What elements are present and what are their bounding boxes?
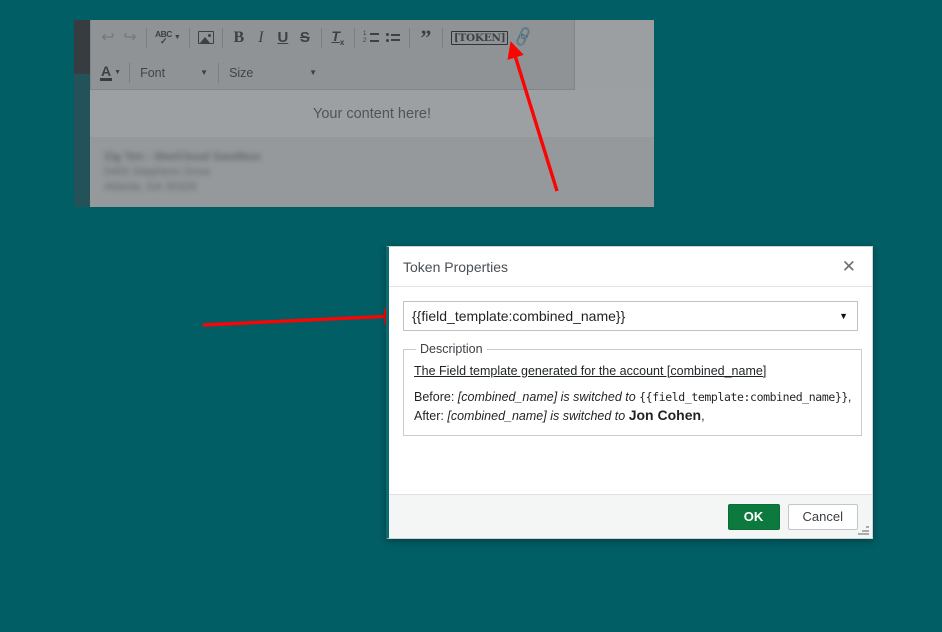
- font-size-label: Size: [229, 65, 254, 80]
- remove-format-glyph: Tx: [331, 27, 345, 47]
- token-select-value: {{field_template:combined_name}}: [412, 308, 626, 324]
- ok-button[interactable]: OK: [727, 503, 780, 530]
- description-fieldset: Description The Field template generated…: [403, 342, 863, 436]
- toolbar-row-primary: ↩ ↪ ABC ✓ ▼ B I U S Tx 1 2 ” [TOKEN] 🔗: [91, 20, 574, 55]
- bulleted-list-glyph: [385, 33, 400, 42]
- editor-signature-block: Zig Ten - SkeiCloud Sandbox 5455 Stephen…: [90, 137, 654, 207]
- text-color-icon[interactable]: A ▼: [97, 61, 124, 85]
- before-trailing: ,: [847, 390, 852, 404]
- chevron-down-icon: ▼: [839, 311, 848, 321]
- signature-line: Zig Ten - SkeiCloud Sandbox: [104, 151, 261, 163]
- token-glyph: [TOKEN]: [450, 30, 509, 45]
- close-icon[interactable]: ✕: [842, 258, 856, 275]
- chevron-down-icon: ▼: [200, 68, 209, 77]
- toolbar-separator: [353, 27, 355, 48]
- description-after-line: After: [combined_name] is switched to Jo…: [414, 406, 851, 425]
- remove-format-icon[interactable]: Tx: [327, 26, 349, 50]
- before-value: {{field_template:combined_name}}: [639, 390, 848, 404]
- toolbar-separator: [408, 27, 410, 48]
- toolbar-separator: [188, 27, 190, 48]
- after-label: After:: [414, 409, 444, 423]
- after-phrase: [combined_name] is switched to: [447, 409, 626, 423]
- signature-line: Atlanta, GA 30328: [104, 181, 197, 193]
- token-properties-dialog: Token Properties ✕ {{field_template:comb…: [386, 246, 873, 539]
- text-color-glyph: A: [100, 62, 113, 81]
- content-placeholder-text: Your content here!: [313, 105, 431, 122]
- description-legend: Description: [420, 342, 483, 356]
- bulleted-list-icon[interactable]: [382, 26, 404, 50]
- spell-check-icon[interactable]: ABC ✓ ▼: [152, 26, 184, 50]
- token-select-dropdown[interactable]: {{field_template:combined_name}} ▼: [403, 301, 858, 331]
- before-phrase: [combined_name] is switched to: [457, 390, 636, 404]
- arrow-to-token-dropdown: [202, 307, 402, 327]
- dialog-body: {{field_template:combined_name}} ▼ Descr…: [389, 287, 872, 494]
- toolbar-separator: [146, 27, 147, 48]
- chevron-down-icon: ▼: [309, 68, 318, 77]
- background-email-editor: ↩ ↪ ABC ✓ ▼ B I U S Tx 1 2 ” [TOKEN] 🔗 A…: [74, 20, 654, 207]
- after-value: Jon Cohen: [628, 407, 702, 423]
- font-size-dropdown[interactable]: Size ▼: [224, 61, 322, 85]
- token-icon[interactable]: [TOKEN]: [448, 26, 512, 50]
- editor-toolbar: ↩ ↪ ABC ✓ ▼ B I U S Tx 1 2 ” [TOKEN] 🔗 A…: [90, 20, 575, 90]
- cancel-button[interactable]: Cancel: [787, 503, 858, 530]
- dialog-title-bar: Token Properties ✕: [389, 247, 872, 287]
- toolbar-separator: [441, 27, 443, 48]
- chevron-down-icon: ▼: [114, 69, 122, 76]
- description-headline: The Field template generated for the acc…: [414, 364, 767, 378]
- image-glyph: [197, 31, 214, 44]
- toolbar-separator: [129, 62, 131, 83]
- after-trailing: ,: [701, 409, 705, 423]
- before-label: Before:: [414, 390, 455, 404]
- italic-icon[interactable]: I: [250, 26, 272, 50]
- link-glyph: 🔗: [512, 26, 536, 49]
- underline-icon[interactable]: U: [272, 26, 294, 50]
- redo-icon[interactable]: ↪: [119, 26, 141, 50]
- toolbar-separator: [218, 62, 220, 83]
- spell-check-glyph: ABC ✓: [155, 29, 172, 46]
- font-family-label: Font: [140, 65, 166, 80]
- blockquote-icon[interactable]: ”: [415, 26, 437, 50]
- editor-content-area[interactable]: Your content here!: [90, 90, 654, 137]
- description-before-line: Before: [combined_name] is switched to {…: [414, 388, 851, 406]
- numbered-list-icon[interactable]: 1 2: [360, 26, 382, 50]
- link-icon[interactable]: 🔗: [511, 26, 536, 50]
- toolbar-separator: [221, 27, 223, 48]
- signature-line: 5455 Stephens Drive: [104, 166, 211, 178]
- resize-grip[interactable]: [858, 524, 869, 535]
- editor-shell: ↩ ↪ ABC ✓ ▼ B I U S Tx 1 2 ” [TOKEN] 🔗 A…: [90, 20, 654, 207]
- numbered-list-glyph: 1 2: [363, 31, 379, 44]
- chevron-down-icon: ▼: [173, 34, 181, 41]
- undo-icon[interactable]: ↩: [97, 26, 119, 50]
- image-icon[interactable]: [195, 26, 217, 50]
- strikethrough-icon[interactable]: S: [294, 26, 316, 50]
- dialog-title: Token Properties: [403, 258, 509, 275]
- toolbar-row-secondary: A ▼ Font ▼ Size ▼: [91, 55, 574, 90]
- dialog-footer: OK Cancel: [389, 494, 872, 538]
- bold-icon[interactable]: B: [228, 26, 250, 50]
- font-family-dropdown[interactable]: Font ▼: [135, 61, 213, 85]
- toolbar-separator: [320, 27, 322, 48]
